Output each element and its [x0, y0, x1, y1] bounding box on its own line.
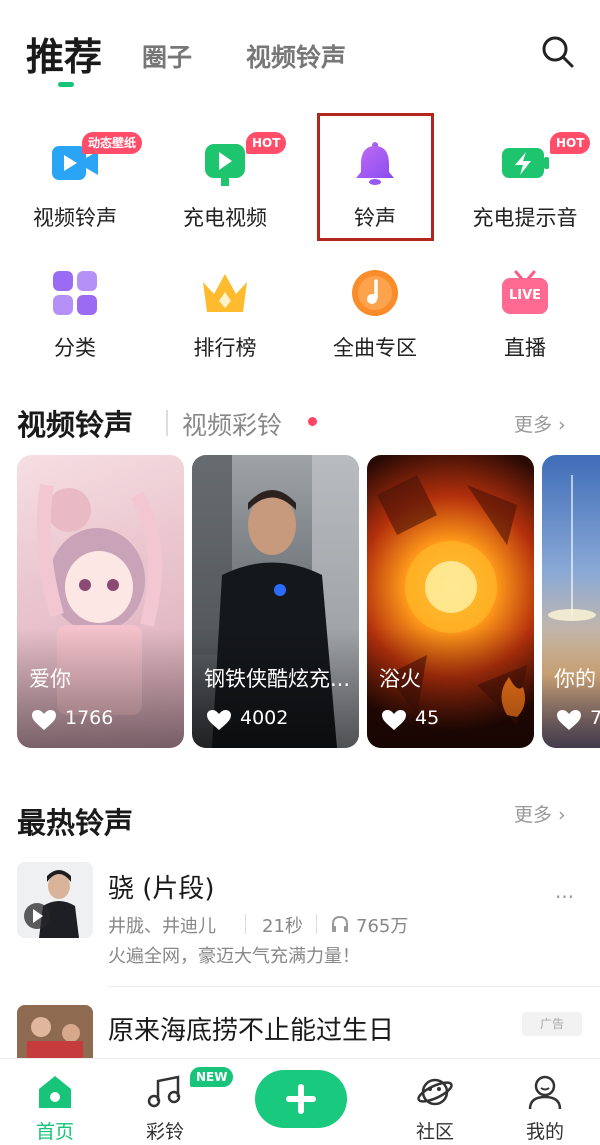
badge-hot: HOT — [550, 132, 591, 154]
card-likes: 4002 — [240, 707, 289, 729]
ad-thumbnail — [17, 1005, 93, 1058]
card-title: 钢铁侠酷炫充... — [204, 667, 351, 691]
tab-video-ringtone[interactable]: 视频铃声 — [246, 38, 346, 74]
planet-icon — [417, 1078, 453, 1106]
grid-item-live[interactable]: LIVE 直播 — [450, 248, 600, 368]
top-nav: 推荐 圈子 视频铃声 — [0, 0, 600, 100]
nav-label: 我的 — [525, 1121, 564, 1143]
profile-icon — [528, 1075, 562, 1110]
badge-live-wallpaper: 动态壁纸 — [82, 132, 143, 154]
live-icon-text: LIVE — [508, 288, 542, 303]
row-divider — [108, 986, 600, 987]
new-dot — [308, 417, 317, 426]
ad-tag: 广告 — [522, 1012, 582, 1036]
card-likes: 1766 — [65, 707, 114, 729]
grid-item-category[interactable]: 分类 — [0, 248, 150, 368]
nav-label: 社区 — [415, 1121, 454, 1143]
badge-hot: HOT — [246, 132, 287, 154]
song-duration: 21秒 — [262, 916, 303, 937]
grid-item-ranking[interactable]: 排行榜 — [150, 248, 300, 368]
ad-photo — [17, 1005, 93, 1058]
search-icon[interactable] — [538, 32, 578, 72]
song-thumbnail — [17, 862, 93, 938]
artist-photo — [17, 862, 93, 938]
new-badge: NEW — [190, 1067, 234, 1087]
tab-circle[interactable]: 圈子 — [142, 38, 192, 74]
section-title-video-ringtone: 视频铃声 — [17, 408, 134, 442]
card-likes: 45 — [415, 707, 440, 729]
video-card[interactable]: 爱你 1766 — [17, 455, 184, 748]
create-button[interactable] — [255, 1070, 347, 1128]
section-divider — [166, 410, 168, 436]
heart-icon — [557, 710, 581, 730]
grid-item-label: 直播 — [504, 336, 546, 360]
charging-video-icon — [205, 144, 245, 186]
charging-sound-icon — [502, 148, 549, 178]
meta-divider — [245, 914, 246, 934]
active-tab-indicator — [58, 82, 74, 87]
heart-icon — [382, 710, 406, 730]
highlight-box — [317, 113, 434, 241]
card-title: 浴火 — [379, 667, 421, 691]
grid-item-label: 分类 — [54, 336, 96, 360]
nav-label: 首页 — [35, 1121, 74, 1143]
more-link-hot[interactable]: 更多 › — [514, 800, 566, 827]
home-icon — [39, 1076, 71, 1108]
nav-label: 彩铃 — [145, 1121, 184, 1143]
song-plays: 765万 — [356, 916, 409, 937]
tab-recommend[interactable]: 推荐 — [26, 26, 102, 81]
heart-icon — [32, 710, 56, 730]
ad-title: 原来海底捞不止能过生日 — [108, 1016, 395, 1046]
tab-video-color-ring[interactable]: 视频彩铃 — [182, 406, 282, 442]
section-title-hot-ringtone: 最热铃声 — [17, 806, 134, 840]
music-note-icon — [352, 270, 398, 316]
grid-item-label: 充电提示音 — [472, 206, 578, 230]
meta-divider — [316, 914, 317, 934]
heart-icon — [207, 710, 231, 730]
more-link-video[interactable]: 更多 › — [514, 410, 566, 437]
video-card[interactable]: 钢铁侠酷炫充... 4002 — [192, 455, 359, 748]
ad-label: 广告 — [539, 1017, 564, 1031]
category-icon — [53, 271, 97, 315]
grid-item-label: 全曲专区 — [333, 336, 417, 360]
more-options-icon[interactable]: ··· — [555, 885, 574, 909]
crown-icon — [203, 274, 247, 312]
video-card[interactable]: 浴火 45 — [367, 455, 534, 748]
grid-item-label: 充电视频 — [183, 206, 267, 230]
plus-icon — [286, 1084, 316, 1114]
song-title: 骁 (片段) — [108, 874, 215, 904]
music-notes-icon — [147, 1075, 181, 1108]
song-artist: 井胧、井迪儿 — [108, 916, 216, 937]
grid-item-full-song[interactable]: 全曲专区 — [300, 248, 450, 368]
card-likes: 7 — [590, 707, 600, 729]
card-title: 爱你 — [29, 667, 71, 691]
headphone-icon — [332, 915, 348, 932]
video-card[interactable]: 你的 7 — [542, 455, 600, 748]
card-title: 你的 — [554, 667, 596, 691]
song-description: 火遍全网，豪迈大气充满力量！ — [108, 946, 360, 967]
grid-item-label: 排行榜 — [193, 336, 257, 360]
